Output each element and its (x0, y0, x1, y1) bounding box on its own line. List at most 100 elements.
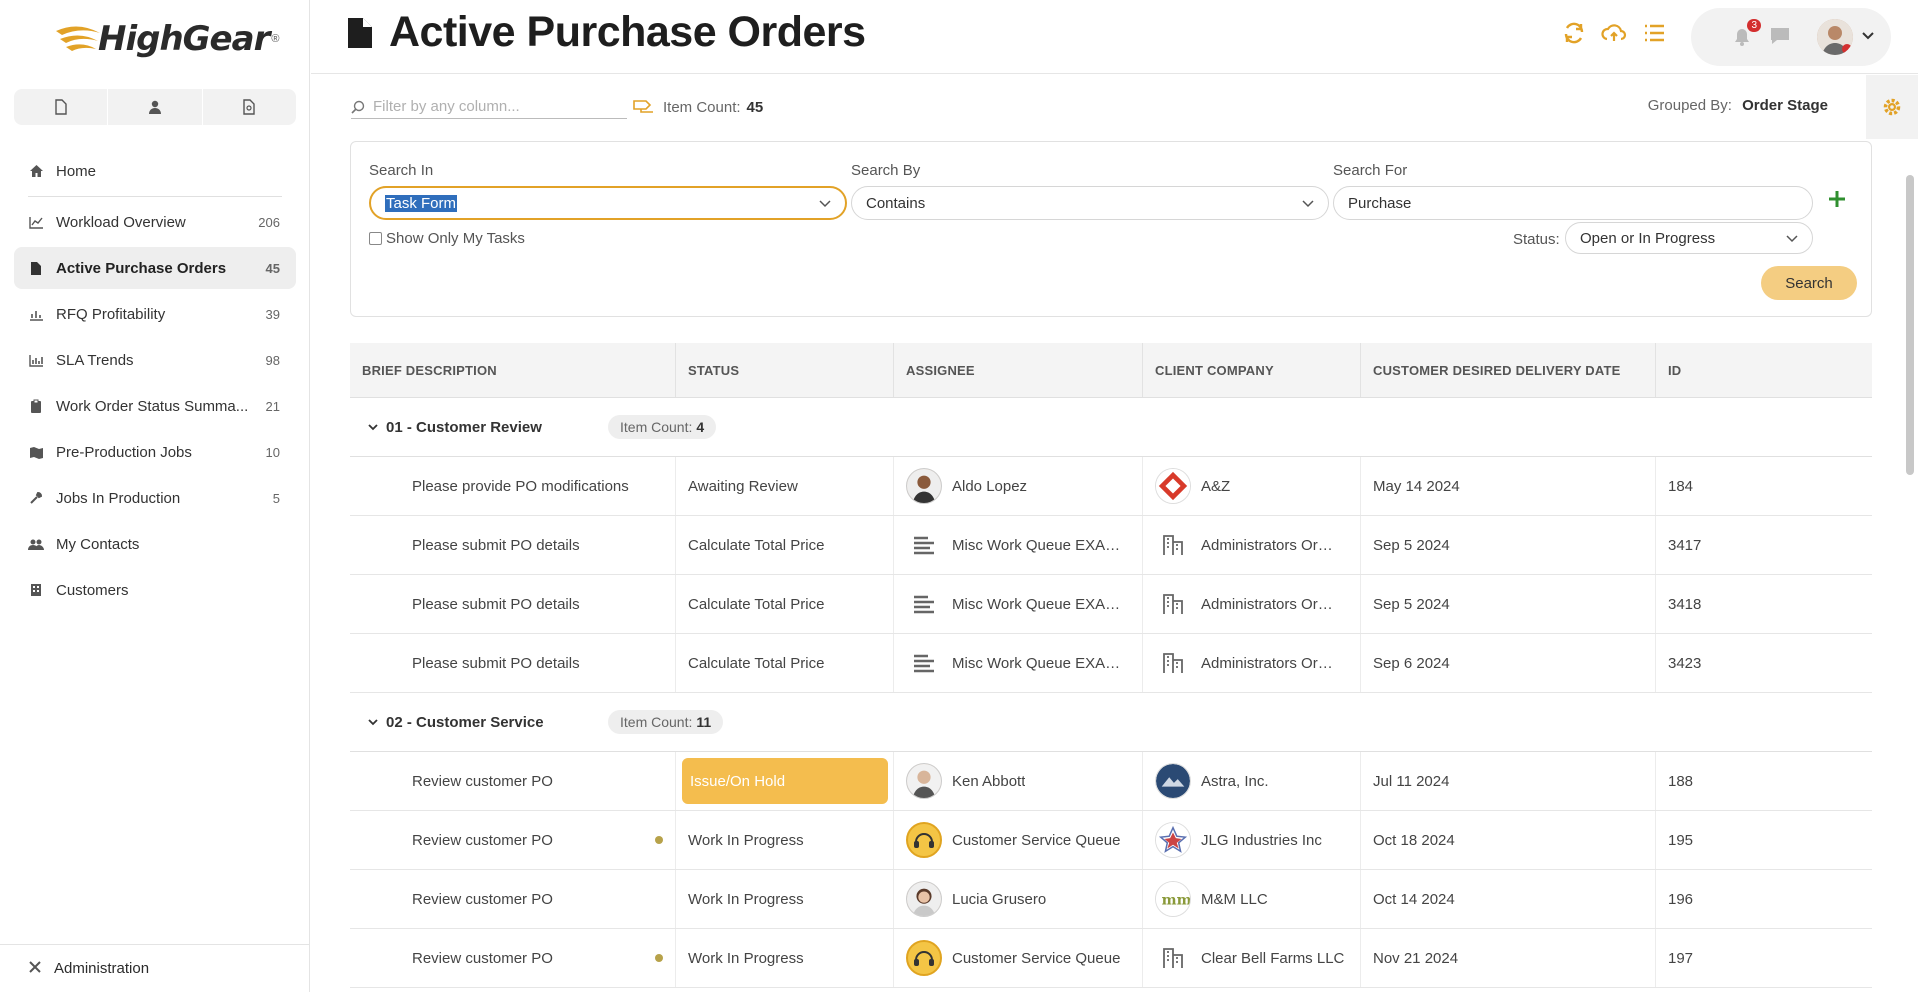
people-view-button[interactable] (108, 89, 203, 125)
search-by-select[interactable]: Contains (851, 186, 1329, 220)
group-header[interactable]: 02 - Customer Service Item Count: 11 (350, 693, 1872, 752)
app-logo[interactable]: HighGear ® (52, 14, 279, 64)
add-criteria-button[interactable] (1827, 186, 1847, 214)
indicator-dot (655, 954, 663, 962)
sidebar-item-jobs-in-production[interactable]: Jobs In Production 5 (14, 477, 296, 519)
company-name: Clear Bell Farms LLC (1201, 949, 1345, 967)
cell-id: 197 (1668, 949, 1694, 967)
refresh-button[interactable] (1561, 20, 1587, 46)
search-in-value: Task Form (385, 194, 458, 212)
cell-date: Jul 11 2024 (1361, 752, 1656, 810)
search-in-select[interactable]: Task Form (369, 186, 847, 220)
sidebar-item-pre-production-jobs[interactable]: Pre-Production Jobs 10 (14, 431, 296, 473)
sidebar-item-active-purchase-orders[interactable]: Active Purchase Orders 45 (14, 247, 296, 289)
page-header: Active Purchase Orders 3 (311, 0, 1918, 74)
column-header-brief-description[interactable]: BRIEF DESCRIPTION (350, 343, 676, 397)
sidebar-item-my-contacts[interactable]: My Contacts (14, 523, 296, 565)
sidebar-item-workload-overview[interactable]: Workload Overview 206 (14, 201, 296, 243)
company-name: Administrators Organization (1201, 595, 1341, 613)
user-icon (148, 100, 161, 114)
grouped-by[interactable]: Grouped By: Order Stage (1648, 97, 1828, 114)
group-header[interactable]: 01 - Customer Review Item Count: 4 (350, 398, 1872, 457)
cell-status: Awaiting Review (676, 457, 894, 515)
table-row[interactable]: Please provide PO modifications Awaiting… (350, 457, 1872, 516)
chat-icon (1771, 28, 1789, 44)
notification-badge: 3 (1747, 19, 1761, 32)
cell-company: JLG Industries Inc (1143, 811, 1361, 869)
assignee-name: Misc Work Queue EXAMPLE (952, 595, 1128, 613)
sidebar-item-count: 206 (258, 214, 280, 230)
scrollbar-thumb[interactable] (1906, 175, 1914, 475)
search-for-input[interactable]: Purchase (1333, 186, 1813, 220)
cell-company: Administrators Organization (1143, 634, 1361, 692)
messages-button[interactable] (1769, 25, 1793, 49)
column-header-id[interactable]: ID (1656, 343, 1872, 397)
chevron-down-icon[interactable] (368, 715, 378, 729)
sidebar-item-sla-trends[interactable]: SLA Trends 98 (14, 339, 296, 381)
search-button[interactable]: Search (1761, 266, 1857, 300)
cell-date: Oct 18 2024 (1361, 811, 1656, 869)
table-row[interactable]: Review customer PO Issue/On Hold Ken Abb… (350, 752, 1872, 811)
cell-id: 188 (1668, 772, 1694, 790)
column-header-delivery-date[interactable]: CUSTOMER DESIRED DELIVERY DATE (1361, 343, 1656, 397)
company-name: Administrators Organization (1201, 654, 1341, 672)
document-outline-icon (54, 99, 67, 115)
item-count: Item Count: 45 (633, 97, 763, 117)
nav-divider (28, 196, 282, 197)
table-row[interactable]: Review customer PO Work In Progress Cust… (350, 811, 1872, 870)
cell-assignee: Aldo Lopez (894, 457, 1143, 515)
sidebar-item-home[interactable]: Home (14, 150, 296, 192)
cell-status: Issue/On Hold (676, 752, 894, 810)
table-row[interactable]: Review customer PO Work In Progress Cust… (350, 929, 1872, 988)
column-header-status[interactable]: STATUS (676, 343, 894, 397)
sidebar-item-label: Work Order Status Summa... (56, 397, 249, 415)
search-in-label: Search In (369, 162, 434, 179)
table-row[interactable]: Please submit PO details Calculate Total… (350, 575, 1872, 634)
sidebar-item-customers[interactable]: Customers (14, 569, 296, 611)
upload-button[interactable] (1601, 20, 1627, 46)
sidebar-item-rfq-profitability[interactable]: RFQ Profitability 39 (14, 293, 296, 335)
plus-icon (1829, 191, 1845, 207)
vertical-scrollbar[interactable] (1904, 75, 1916, 992)
cell-status: Calculate Total Price (676, 516, 894, 574)
chevron-down-icon (1302, 195, 1314, 212)
cell-status: Calculate Total Price (676, 575, 894, 633)
assignee-name: Customer Service Queue (952, 949, 1121, 967)
reports-view-button[interactable] (203, 89, 296, 125)
status-select[interactable]: Open or In Progress (1565, 222, 1813, 254)
sidebar-nav: Home Workload Overview 206 Active Purcha… (14, 150, 296, 615)
documents-view-button[interactable] (14, 89, 109, 125)
cell-assignee: Misc Work Queue EXAMPLE (894, 575, 1143, 633)
filter-input[interactable] (373, 98, 613, 115)
column-header-client-company[interactable]: CLIENT COMPANY (1143, 343, 1361, 397)
list-view-button[interactable] (1641, 20, 1667, 46)
company-logo (1155, 822, 1191, 858)
group-count: Item Count: 11 (608, 710, 724, 734)
show-only-my-tasks-checkbox[interactable] (369, 232, 382, 245)
column-header-assignee[interactable]: ASSIGNEE (894, 343, 1143, 397)
assignee-avatar (906, 468, 942, 504)
table-row[interactable]: Review customer PO Work In Progress Luci… (350, 870, 1872, 929)
sidebar-item-label: Workload Overview (56, 213, 186, 231)
show-only-my-tasks[interactable]: Show Only My Tasks (369, 230, 525, 247)
search-for-label: Search For (1333, 162, 1408, 179)
table-row[interactable]: Please submit PO details Calculate Total… (350, 634, 1872, 693)
chevron-down-icon[interactable] (1861, 28, 1875, 46)
table-row[interactable]: Please submit PO details Calculate Total… (350, 516, 1872, 575)
notifications-button[interactable]: 3 (1731, 19, 1761, 49)
map-icon (28, 444, 44, 460)
chart-line-icon (28, 214, 44, 230)
purchase-orders-grid: BRIEF DESCRIPTION STATUS ASSIGNEE CLIENT… (350, 343, 1872, 988)
refresh-icon (1564, 22, 1584, 44)
list-icon (1645, 24, 1664, 42)
sidebar-item-administration[interactable]: Administration (0, 944, 310, 992)
cell-date: Sep 5 2024 (1361, 575, 1656, 633)
cell-assignee: Misc Work Queue EXAMPLE (894, 516, 1143, 574)
sidebar-item-work-order-status-summary[interactable]: Work Order Status Summa... 21 (14, 385, 296, 427)
cell-status: Work In Progress (676, 929, 894, 987)
chevron-down-icon[interactable] (368, 420, 378, 434)
cell-assignee: Customer Service Queue (894, 929, 1143, 987)
user-avatar[interactable] (1817, 19, 1853, 55)
filter-field (351, 95, 627, 119)
cell-assignee: Customer Service Queue (894, 811, 1143, 869)
